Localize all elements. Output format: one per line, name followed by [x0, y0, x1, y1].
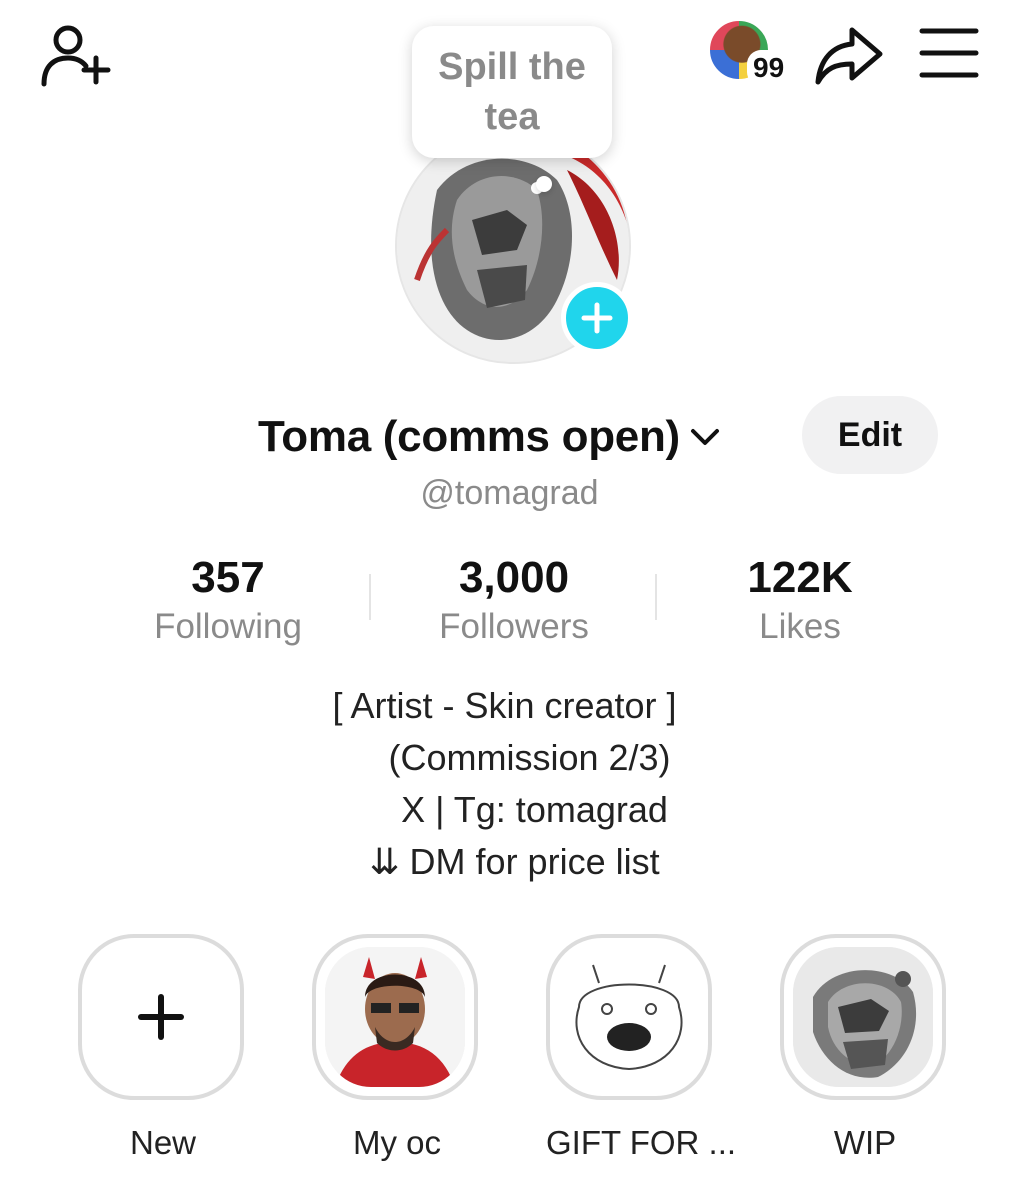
add-friend-button[interactable]	[38, 22, 114, 90]
highlight-label: GIFT FOR ...	[546, 1124, 737, 1161]
followers-count: 3,000	[458, 553, 570, 602]
share-icon	[815, 27, 883, 85]
spill-the-tea-bubble[interactable]: Spill the tea	[412, 26, 612, 192]
stat-divider	[369, 574, 371, 620]
highlight-label: New	[129, 1124, 197, 1161]
highlight-frame	[312, 934, 478, 1100]
bio-line: X | Tg: tomagrad	[401, 789, 668, 830]
highlight-frame	[780, 934, 946, 1100]
highlight-thumbnail	[793, 947, 933, 1087]
likes-label: Likes	[759, 607, 841, 646]
followers-label: Followers	[439, 607, 589, 646]
plus-icon	[581, 302, 613, 334]
bio-line: ⇊ DM for price list	[369, 841, 660, 882]
stat-divider	[655, 574, 657, 620]
edit-profile-button[interactable]: Edit	[802, 396, 938, 474]
inbox-count-badge: 99	[747, 50, 791, 86]
inbox-avatar-button[interactable]: 99	[707, 18, 797, 90]
menu-icon	[919, 28, 979, 78]
following-label: Following	[154, 607, 302, 646]
username: @tomagrad	[420, 474, 599, 512]
following-count: 357	[191, 553, 265, 602]
plus-icon	[138, 994, 184, 1040]
chevron-down-icon	[690, 429, 719, 445]
highlight-label: My oc	[352, 1124, 441, 1161]
tea-bubble-text: Spill the tea	[438, 46, 586, 138]
likes-count: 122K	[747, 553, 853, 602]
stat-likes[interactable]: 122K Likes	[680, 552, 920, 650]
highlight-wip[interactable]: WIP	[780, 934, 950, 1162]
share-button[interactable]	[812, 24, 884, 88]
add-story-button[interactable]	[561, 282, 633, 354]
highlight-new[interactable]: New	[78, 934, 248, 1162]
bio-line: (Commission 2/3)	[388, 737, 671, 778]
bio-line: [ Artist - Skin creator ]	[332, 685, 677, 726]
highlight-label: WIP	[833, 1124, 897, 1161]
highlight-thumbnail	[325, 947, 465, 1087]
highlight-gift[interactable]: GIFT FOR ...	[546, 934, 737, 1162]
highlight-frame	[78, 934, 244, 1100]
stat-following[interactable]: 357 Following	[108, 552, 348, 650]
add-friend-icon	[41, 25, 111, 87]
display-name: Toma (comms open)	[258, 412, 680, 461]
highlight-thumbnail	[559, 947, 699, 1087]
bubble-tail	[536, 176, 552, 192]
bio: [ Artist - Skin creator ] (Commission 2/…	[0, 680, 1019, 888]
highlight-my-oc[interactable]: My oc	[312, 934, 482, 1162]
highlight-frame	[546, 934, 712, 1100]
menu-button[interactable]	[918, 26, 980, 80]
stat-followers[interactable]: 3,000 Followers	[394, 552, 634, 650]
account-switcher[interactable]: Toma (comms open)	[258, 402, 722, 472]
